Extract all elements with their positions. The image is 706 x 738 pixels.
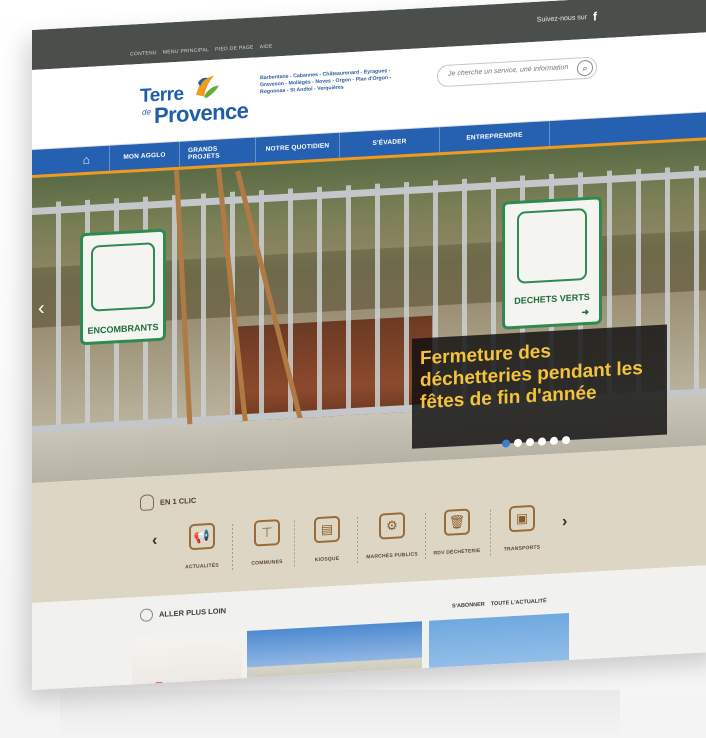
nav-item-mon-agglo[interactable]: MON AGGLO [110, 141, 180, 171]
tile-actualites[interactable]: 📢 ACTUALITÉS [172, 522, 232, 585]
tile-divider [490, 509, 491, 558]
search-icon[interactable]: ⌕ [577, 59, 593, 77]
facebook-icon[interactable]: f [593, 9, 602, 23]
sign-dechets-verts-label: DECHETS VERTS [514, 291, 590, 307]
search-input[interactable] [448, 64, 568, 78]
megaphone-icon: 📢 [189, 522, 215, 551]
tile-marches-publics[interactable]: ⚙ MARCHÉS PUBLICS [362, 511, 422, 574]
card-street-image[interactable] [247, 621, 422, 690]
aller-plus-loin-header: ALLER PLUS LOIN [140, 604, 226, 622]
tile-divider [232, 523, 233, 572]
compass-icon [140, 608, 153, 622]
newspaper-icon: ▤ [314, 515, 340, 544]
signpost-icon: ⊤ [254, 519, 280, 547]
tile-transports-label: TRANSPORTS [503, 544, 541, 553]
communes-list: Barbentane - Cabannes - Châteaurenard - … [260, 67, 392, 96]
sign-dechets-verts: DECHETS VERTS ➜ [502, 196, 602, 330]
news-links: S'ABONNER TOUTE L'ACTUALITÉ [452, 598, 547, 609]
website-screen: CONTENU MENU PRINCIPAL PIED DE PAGE AIDE… [32, 0, 706, 690]
tile-communes-label: COMMUNES [251, 558, 283, 567]
nav-item-entreprendre[interactable]: ENTREPRENDRE [440, 121, 550, 153]
card-sky-image[interactable] [429, 612, 569, 690]
tile-rdv-decheterie[interactable]: 🗑 RDV DÉCHETERIE [427, 508, 487, 571]
sign-encombrants-label: ENCOMBRANTS [87, 321, 159, 336]
arrow-right-icon: ➜ [581, 306, 589, 318]
all-news-link[interactable]: TOUTE L'ACTUALITÉ [491, 598, 547, 607]
nav-home-icon[interactable]: ⌂ [32, 145, 110, 175]
link-menu-principal[interactable]: MENU PRINCIPAL [163, 47, 209, 56]
pointer-hand-icon [140, 494, 154, 511]
nav-item-notre-quotidien[interactable]: NOTRE QUOTIDIEN [256, 132, 340, 163]
tile-transports[interactable]: ▣ TRANSPORTS [492, 504, 552, 567]
hero-prev-arrow[interactable]: ‹ [38, 297, 45, 320]
hero-caption-text: Fermeture des déchetteries pendant les f… [420, 340, 643, 414]
accessibility-links: CONTENU MENU PRINCIPAL PIED DE PAGE AIDE [130, 44, 273, 58]
sign-encombrants: ENCOMBRANTS [80, 228, 166, 346]
subscribe-link[interactable]: S'ABONNER [452, 602, 485, 610]
slider-dot-1[interactable] [502, 439, 510, 448]
bus-icon: ▣ [509, 504, 535, 533]
card-people-image[interactable] [132, 631, 242, 690]
tile-kiosque-label: KIOSQUE [314, 555, 340, 564]
hero-slider: ENCOMBRANTS DECHETS VERTS ➜ ‹ Fermeture … [32, 139, 706, 483]
slider-dot-3[interactable] [526, 437, 534, 447]
link-contenu[interactable]: CONTENU [130, 50, 157, 57]
link-pied-de-page[interactable]: PIED DE PAGE [215, 45, 254, 53]
tile-divider [425, 512, 426, 562]
aller-plus-loin-title: ALLER PLUS LOIN [159, 606, 227, 619]
tree-icon [517, 207, 587, 284]
person-figure [152, 681, 166, 690]
tile-marches-publics-label: MARCHÉS PUBLICS [366, 551, 418, 561]
logo-provence: Provence [154, 97, 249, 129]
nav-item-grands-projets[interactable]: GRANDS PROJETS [180, 137, 256, 167]
tile-divider [357, 516, 358, 565]
tile-divider [294, 520, 295, 569]
slider-dot-2[interactable] [514, 438, 522, 448]
social-follow: Suivez-nous sur f [536, 9, 602, 27]
tile-kiosque[interactable]: ▤ KIOSQUE [297, 515, 357, 578]
trash-icon: 🗑 [444, 508, 470, 536]
stage: CONTENU MENU PRINCIPAL PIED DE PAGE AIDE… [0, 0, 706, 738]
clic-prev-arrow[interactable]: ‹ [152, 532, 157, 550]
search-box: ⌕ [437, 56, 597, 88]
logo-mark-icon [196, 75, 219, 99]
furniture-icon [91, 242, 155, 312]
gear-icon: ⚙ [379, 512, 405, 540]
slider-dot-5[interactable] [550, 436, 558, 446]
nav-item-s-evader[interactable]: S'ÉVADER [340, 127, 440, 158]
clic-next-arrow[interactable]: › [562, 513, 567, 531]
tile-communes[interactable]: ⊤ COMMUNES [237, 518, 297, 581]
logo-de: de [142, 107, 151, 117]
tile-rdv-decheterie-label: RDV DÉCHETERIE [433, 547, 481, 557]
link-aide[interactable]: AIDE [260, 44, 273, 51]
en-1-clic-title: EN 1 CLIC [160, 495, 197, 507]
en-1-clic-header: EN 1 CLIC [140, 492, 196, 511]
hero-caption[interactable]: Fermeture des déchetteries pendant les f… [412, 324, 667, 449]
site-logo[interactable]: Terre de Provence [140, 75, 248, 134]
tile-actualites-label: ACTUALITÉS [185, 562, 219, 571]
slider-dot-4[interactable] [538, 437, 546, 446]
screen-reflection [60, 690, 620, 738]
slider-dot-6[interactable] [562, 435, 570, 445]
follow-label: Suivez-nous sur [536, 13, 587, 24]
